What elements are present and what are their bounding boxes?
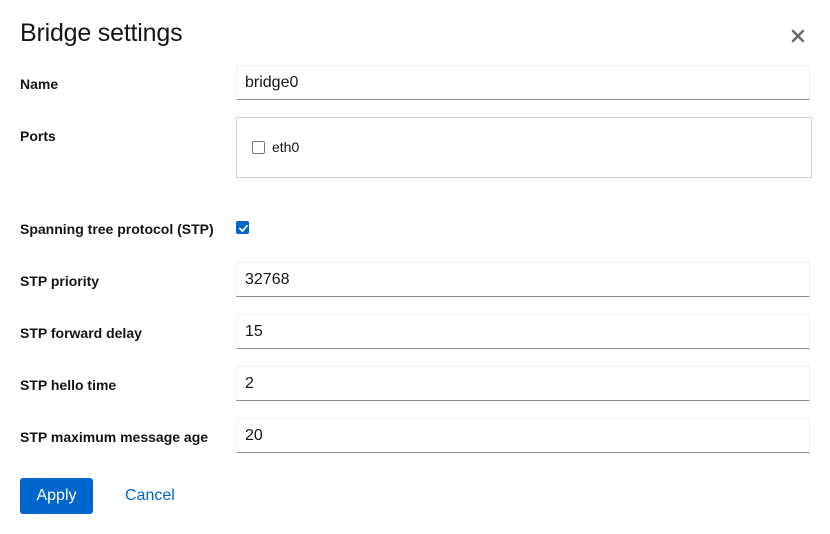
stp-max-age-label: STP maximum message age (20, 429, 209, 445)
stp-priority-label: STP priority (20, 273, 100, 289)
dialog-title: Bridge settings (20, 19, 183, 47)
stp-hello-time-input[interactable] (236, 366, 810, 401)
checkmark-icon (239, 224, 248, 232)
cancel-button[interactable]: Cancel (112, 478, 188, 514)
close-button[interactable] (788, 26, 808, 46)
stp-forward-delay-label: STP forward delay (20, 325, 142, 341)
stp-hello-time-label: STP hello time (20, 377, 117, 393)
ports-label: Ports (20, 128, 56, 144)
port-eth0-label: eth0 (272, 139, 300, 155)
stp-max-age-input[interactable] (236, 418, 810, 453)
name-input[interactable] (236, 65, 810, 100)
ports-list: eth0 (236, 117, 812, 178)
stp-checkbox[interactable] (236, 221, 249, 234)
close-icon (788, 26, 808, 46)
port-item-eth0[interactable]: eth0 (252, 139, 299, 155)
stp-label: Spanning tree protocol (STP) (20, 221, 214, 237)
apply-button[interactable]: Apply (20, 478, 93, 514)
bridge-settings-dialog: Bridge settings Name Ports eth0 Spanning… (0, 0, 830, 534)
stp-forward-delay-input[interactable] (236, 314, 810, 349)
port-eth0-checkbox[interactable] (252, 140, 265, 154)
stp-priority-input[interactable] (236, 262, 810, 297)
name-label: Name (20, 76, 59, 92)
